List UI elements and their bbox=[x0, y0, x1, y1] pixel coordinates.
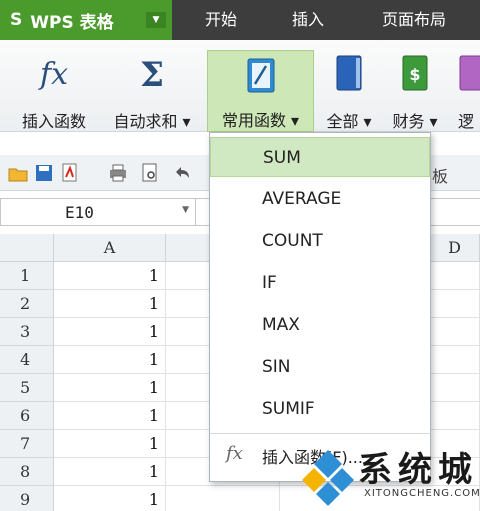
cell-b9[interactable] bbox=[166, 486, 280, 511]
fx-icon: fx bbox=[226, 443, 243, 464]
all-functions-button[interactable]: 全部 ▾ bbox=[318, 46, 380, 131]
row-header[interactable]: 5 bbox=[0, 374, 54, 402]
svg-text:Σ: Σ bbox=[140, 55, 164, 94]
row-header[interactable]: 4 bbox=[0, 346, 54, 374]
watermark-logo-icon bbox=[302, 450, 354, 506]
row-header[interactable]: 7 bbox=[0, 430, 54, 458]
autosum-button[interactable]: Σ 自动求和 ▾ bbox=[104, 46, 200, 131]
menu-bar: S WPS 表格 ▼ 开始 插入 页面布局 bbox=[0, 0, 480, 40]
wps-logo: S bbox=[10, 10, 23, 30]
watermark-subtext: XITONGCHENG.COM bbox=[364, 488, 480, 499]
export-pdf-icon[interactable] bbox=[60, 163, 80, 183]
function-item-if[interactable]: IF bbox=[210, 263, 430, 303]
autosum-label: 自动求和 ▾ bbox=[113, 112, 191, 131]
cell-a5[interactable]: 1 bbox=[54, 374, 166, 402]
app-menu-button[interactable]: S WPS 表格 ▼ bbox=[0, 0, 172, 40]
function-item-count[interactable]: COUNT bbox=[210, 221, 430, 261]
svg-text:fx: fx bbox=[38, 57, 68, 92]
menu-page-layout[interactable]: 页面布局 bbox=[382, 0, 446, 40]
column-header-d[interactable]: D bbox=[430, 234, 480, 262]
row-header[interactable]: 3 bbox=[0, 318, 54, 346]
all-functions-label: 全部 ▾ bbox=[326, 112, 372, 131]
logic-functions-button[interactable]: 逻 bbox=[452, 46, 480, 130]
function-item-sum[interactable]: SUM bbox=[210, 137, 430, 177]
name-box-dropdown-icon[interactable]: ▼ bbox=[182, 205, 189, 215]
common-functions-dropdown: SUM AVERAGE COUNT IF MAX SIN SUMIF fx 插入… bbox=[209, 132, 431, 482]
common-functions-label: 常用函数 ▾ bbox=[221, 111, 300, 130]
logic-book-icon bbox=[459, 55, 480, 91]
row-header[interactable]: 6 bbox=[0, 402, 54, 430]
cell-a3[interactable]: 1 bbox=[54, 318, 166, 346]
watermark: 系统城 XITONGCHENG.COM bbox=[294, 440, 480, 511]
cell-a8[interactable]: 1 bbox=[54, 458, 166, 486]
finance-functions-label: 财务 ▾ bbox=[392, 112, 438, 131]
column-header-a[interactable]: A bbox=[54, 234, 166, 262]
watermark-text: 系统城 bbox=[358, 450, 478, 490]
logic-functions-label: 逻 bbox=[458, 112, 475, 130]
insert-function-label: 插入函数 bbox=[21, 112, 86, 131]
function-book-icon bbox=[247, 58, 274, 93]
row-header[interactable]: 2 bbox=[0, 290, 54, 318]
save-icon[interactable] bbox=[34, 163, 54, 183]
cell-reference: E10 bbox=[65, 203, 94, 222]
fx-icon: fx bbox=[38, 57, 68, 92]
cell-a7[interactable]: 1 bbox=[54, 430, 166, 458]
common-functions-button[interactable]: 常用函数 ▾ bbox=[207, 50, 314, 132]
print-preview-icon[interactable] bbox=[140, 163, 160, 183]
dropdown-separator bbox=[210, 433, 430, 434]
insert-function-button[interactable]: fx 插入函数 bbox=[8, 46, 100, 131]
cell-a4[interactable]: 1 bbox=[54, 346, 166, 374]
sigma-icon: Σ bbox=[140, 55, 164, 94]
undo-icon[interactable] bbox=[172, 163, 192, 183]
print-icon[interactable] bbox=[108, 163, 128, 183]
function-item-max[interactable]: MAX bbox=[210, 305, 430, 345]
function-item-sumif[interactable]: SUMIF bbox=[210, 389, 430, 429]
app-name: WPS 表格 bbox=[30, 12, 114, 33]
all-functions-book-icon bbox=[336, 55, 362, 91]
menu-insert[interactable]: 插入 bbox=[292, 0, 324, 40]
cell-a6[interactable]: 1 bbox=[54, 402, 166, 430]
row-header[interactable]: 8 bbox=[0, 458, 54, 486]
ribbon: fx 插入函数 Σ 自动求和 ▾ 常用函数 ▾ 全部 ▾ $ 财务 ▾ 逻 bbox=[0, 40, 480, 132]
app-menu-caret-icon[interactable]: ▼ bbox=[146, 12, 166, 28]
select-all-corner[interactable] bbox=[0, 234, 54, 262]
row-header[interactable]: 9 bbox=[0, 486, 54, 511]
function-item-sin[interactable]: SIN bbox=[210, 347, 430, 387]
function-item-average[interactable]: AVERAGE bbox=[210, 179, 430, 219]
clipboard-label: 板 bbox=[432, 167, 449, 186]
open-folder-icon[interactable] bbox=[8, 163, 28, 183]
row-header[interactable]: 1 bbox=[0, 262, 54, 290]
cell-a1[interactable]: 1 bbox=[54, 262, 166, 290]
cell-a2[interactable]: 1 bbox=[54, 290, 166, 318]
finance-book-icon: $ bbox=[402, 55, 428, 91]
name-box[interactable]: E10 ▼ bbox=[0, 198, 196, 226]
finance-functions-button[interactable]: $ 财务 ▾ bbox=[384, 46, 446, 131]
menu-home[interactable]: 开始 bbox=[205, 0, 237, 40]
cell-a9[interactable]: 1 bbox=[54, 486, 166, 511]
svg-text:$: $ bbox=[409, 65, 420, 84]
